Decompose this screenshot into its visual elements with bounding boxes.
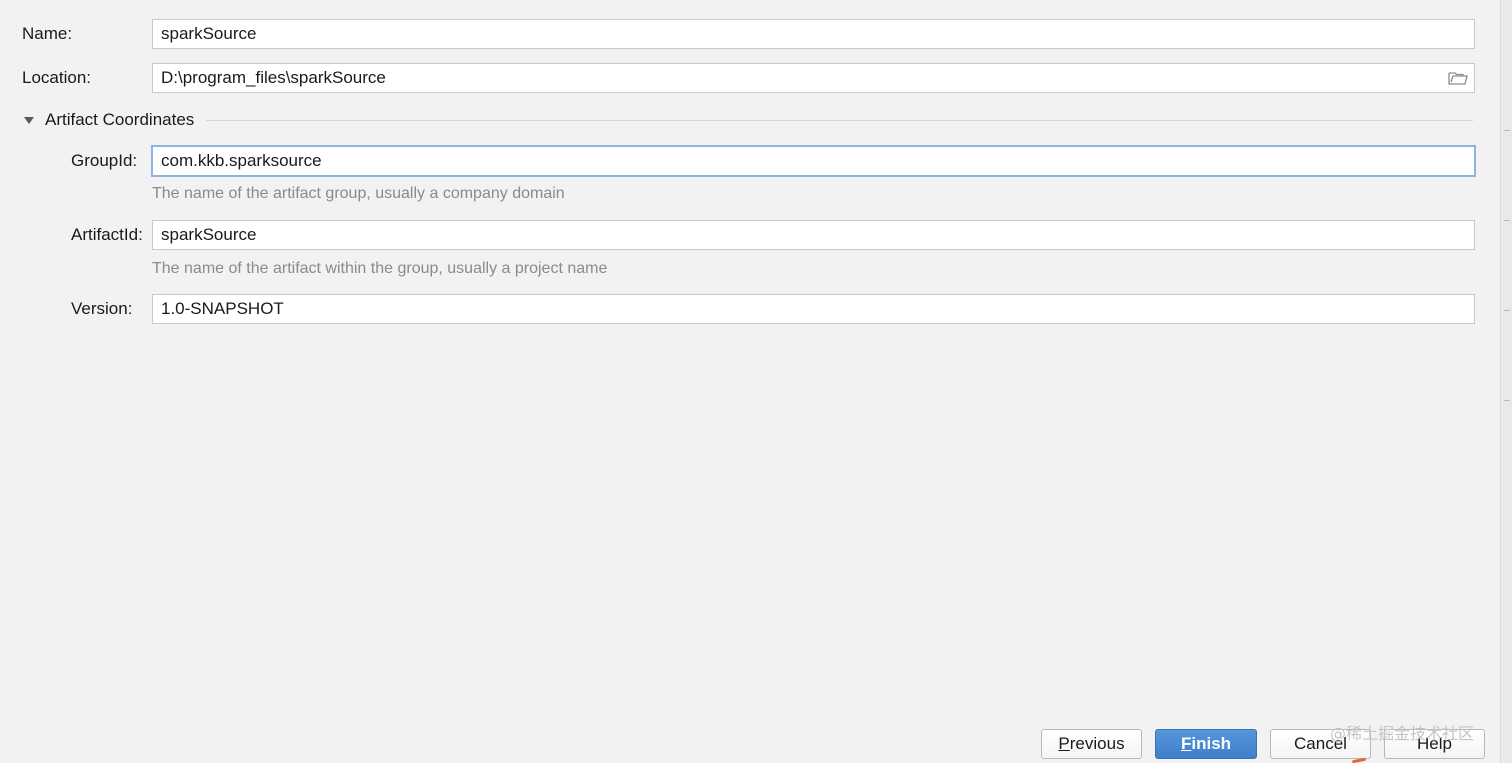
previous-mnemonic: P	[1058, 734, 1070, 753]
name-label: Name:	[22, 24, 73, 43]
new-project-dialog: Name: Location: Artifact Coordinates Gro…	[0, 0, 1512, 763]
version-input[interactable]	[153, 295, 1474, 323]
edge-tick	[1504, 130, 1510, 131]
location-label: Location:	[22, 68, 91, 87]
previous-label-rest: revious	[1069, 734, 1125, 753]
location-input[interactable]	[153, 64, 1474, 92]
finish-label-rest: inish	[1191, 734, 1232, 753]
location-field-box	[152, 63, 1475, 93]
name-field-box	[152, 19, 1475, 49]
groupid-field-box	[151, 145, 1476, 177]
finish-button[interactable]: Finish	[1155, 729, 1257, 759]
edge-tick	[1504, 310, 1510, 311]
cancel-button[interactable]: Cancel	[1270, 729, 1371, 759]
name-input[interactable]	[153, 20, 1474, 48]
groupid-input[interactable]	[153, 147, 1474, 175]
artifactid-field-box	[152, 220, 1475, 250]
groupid-label: GroupId:	[71, 151, 138, 170]
artifact-coordinates-toggle[interactable]: Artifact Coordinates	[24, 106, 194, 134]
artifactid-hint: The name of the artifact within the grou…	[152, 260, 608, 277]
section-title: Artifact Coordinates	[45, 110, 195, 129]
edge-tick	[1504, 220, 1510, 221]
folder-icon-graphic	[1448, 72, 1468, 85]
version-label: Version:	[71, 299, 133, 318]
triangle-down-icon	[24, 117, 34, 124]
window-edge-strip	[1500, 0, 1512, 763]
artifactid-label: ArtifactId:	[71, 225, 143, 244]
section-divider	[206, 120, 1473, 121]
artifactid-input[interactable]	[153, 221, 1474, 249]
help-button[interactable]: Help	[1384, 729, 1485, 759]
edge-tick	[1504, 400, 1510, 401]
previous-button[interactable]: Previous	[1041, 729, 1142, 759]
groupid-hint: The name of the artifact group, usually …	[152, 185, 565, 202]
finish-mnemonic: F	[1180, 734, 1192, 753]
folder-icon[interactable]	[1448, 70, 1468, 86]
version-field-box	[152, 294, 1475, 324]
